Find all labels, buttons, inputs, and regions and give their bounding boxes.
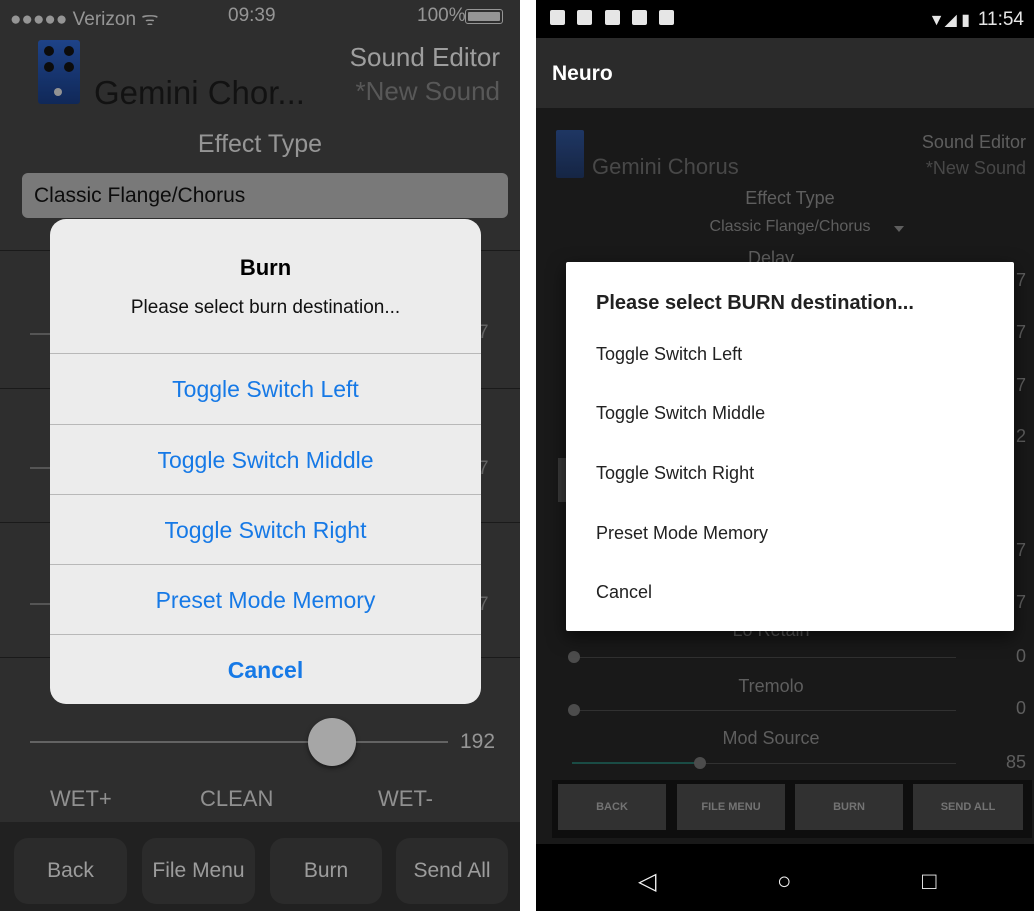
signal-icon: ▼◢ ▮	[928, 12, 970, 29]
back-nav-icon[interactable]: ◁	[638, 870, 656, 894]
toggle-switch-middle-option[interactable]: Toggle Switch Middle	[50, 424, 481, 495]
toggle-switch-right-option[interactable]: Toggle Switch Right	[50, 494, 481, 565]
gallery-icon	[577, 10, 592, 25]
home-nav-icon[interactable]: ○	[777, 870, 792, 894]
burn-alert: Burn Please select burn destination... T…	[50, 219, 481, 704]
toggle-switch-left-option[interactable]: Toggle Switch Left	[596, 344, 742, 365]
gmail-icon	[605, 10, 620, 25]
alert-message: Please select burn destination...	[130, 297, 401, 318]
dialog-title: Please select BURN destination...	[596, 292, 914, 314]
youtube-icon	[632, 10, 647, 25]
toggle-switch-left-option[interactable]: Toggle Switch Left	[50, 353, 481, 424]
cancel-button[interactable]: Cancel	[50, 634, 481, 704]
android-status-bar: 11:54 ▼◢ ▮	[536, 0, 1034, 38]
toggle-switch-right-option[interactable]: Toggle Switch Right	[596, 463, 754, 484]
preset-mode-memory-option[interactable]: Preset Mode Memory	[596, 523, 768, 544]
app-title: Neuro	[552, 62, 613, 85]
ios-screen: ●●●●● Verizon ᯤ 09:39 100% Gemini Chor..…	[0, 0, 520, 911]
cancel-option[interactable]: Cancel	[596, 582, 652, 603]
status-time: 11:54	[977, 9, 1024, 30]
burn-dialog: Please select BURN destination... Toggle…	[566, 262, 1014, 631]
recents-nav-icon[interactable]: □	[922, 870, 937, 894]
android-screen: 11:54 ▼◢ ▮ Neuro Gemini Chorus Sound Edi…	[536, 0, 1034, 911]
clipboard-icon	[659, 10, 674, 25]
alert-title: Burn	[239, 255, 292, 280]
toggle-switch-middle-option[interactable]: Toggle Switch Middle	[596, 403, 765, 424]
notification-icon	[550, 10, 565, 25]
preset-mode-memory-option[interactable]: Preset Mode Memory	[50, 564, 481, 635]
